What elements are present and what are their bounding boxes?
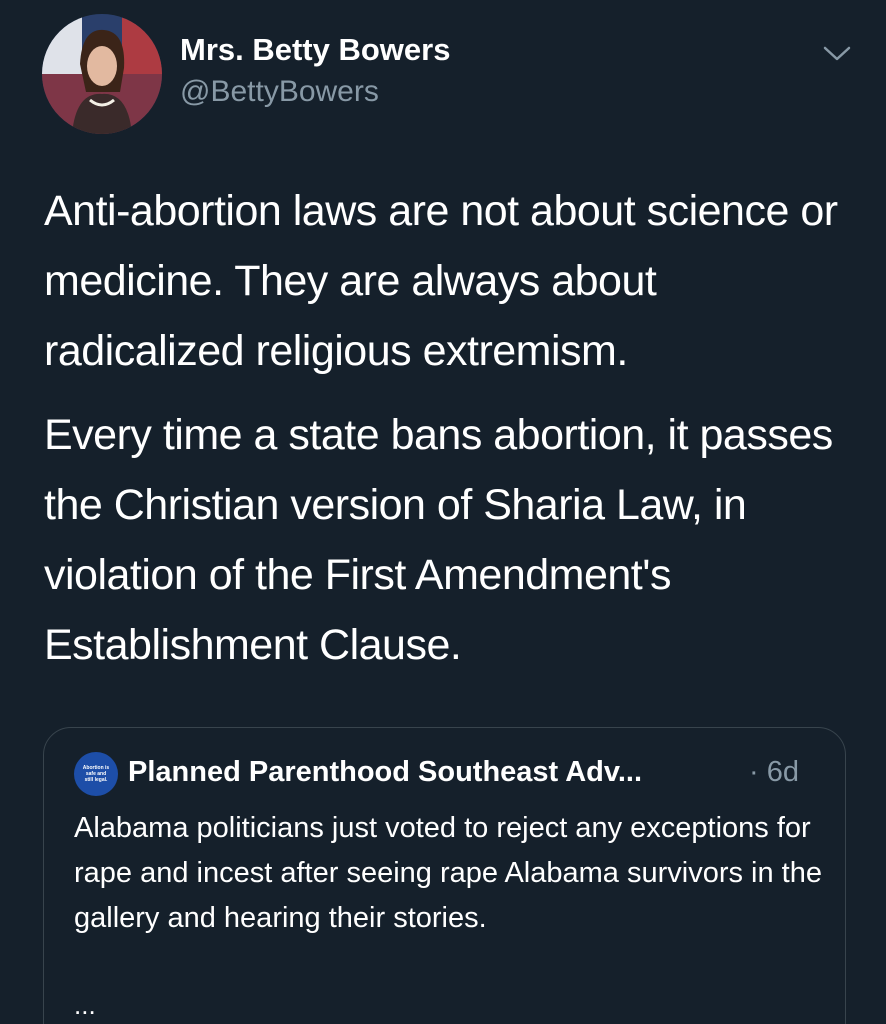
author-handle[interactable]: @BettyBowers bbox=[180, 72, 379, 112]
quoted-author-name[interactable]: Planned Parenthood Southeast Adv... bbox=[128, 750, 642, 794]
tweet-paragraph: Anti-abortion laws are not about science… bbox=[44, 187, 838, 375]
quoted-tweet-text: Alabama politicians just voted to reject… bbox=[74, 812, 822, 934]
tweet-body: Anti-abortion laws are not about science… bbox=[44, 176, 864, 694]
tweet-paragraph: Every time a state bans abortion, it pas… bbox=[44, 411, 833, 669]
quoted-tweet-time: · 6d bbox=[749, 756, 799, 788]
quoted-tweet-more: ... bbox=[74, 990, 96, 1020]
quoted-avatar-text: Abortion is safe and still legal. bbox=[82, 765, 110, 783]
author-avatar[interactable] bbox=[42, 14, 162, 134]
chevron-down-icon[interactable] bbox=[820, 40, 854, 66]
author-display-name[interactable]: Mrs. Betty Bowers bbox=[180, 30, 450, 70]
avatar-photo bbox=[42, 14, 162, 134]
quoted-author-avatar[interactable]: Abortion is safe and still legal. bbox=[74, 752, 118, 796]
quoted-tweet-card[interactable]: Abortion is safe and still legal. Planne… bbox=[43, 727, 846, 1024]
